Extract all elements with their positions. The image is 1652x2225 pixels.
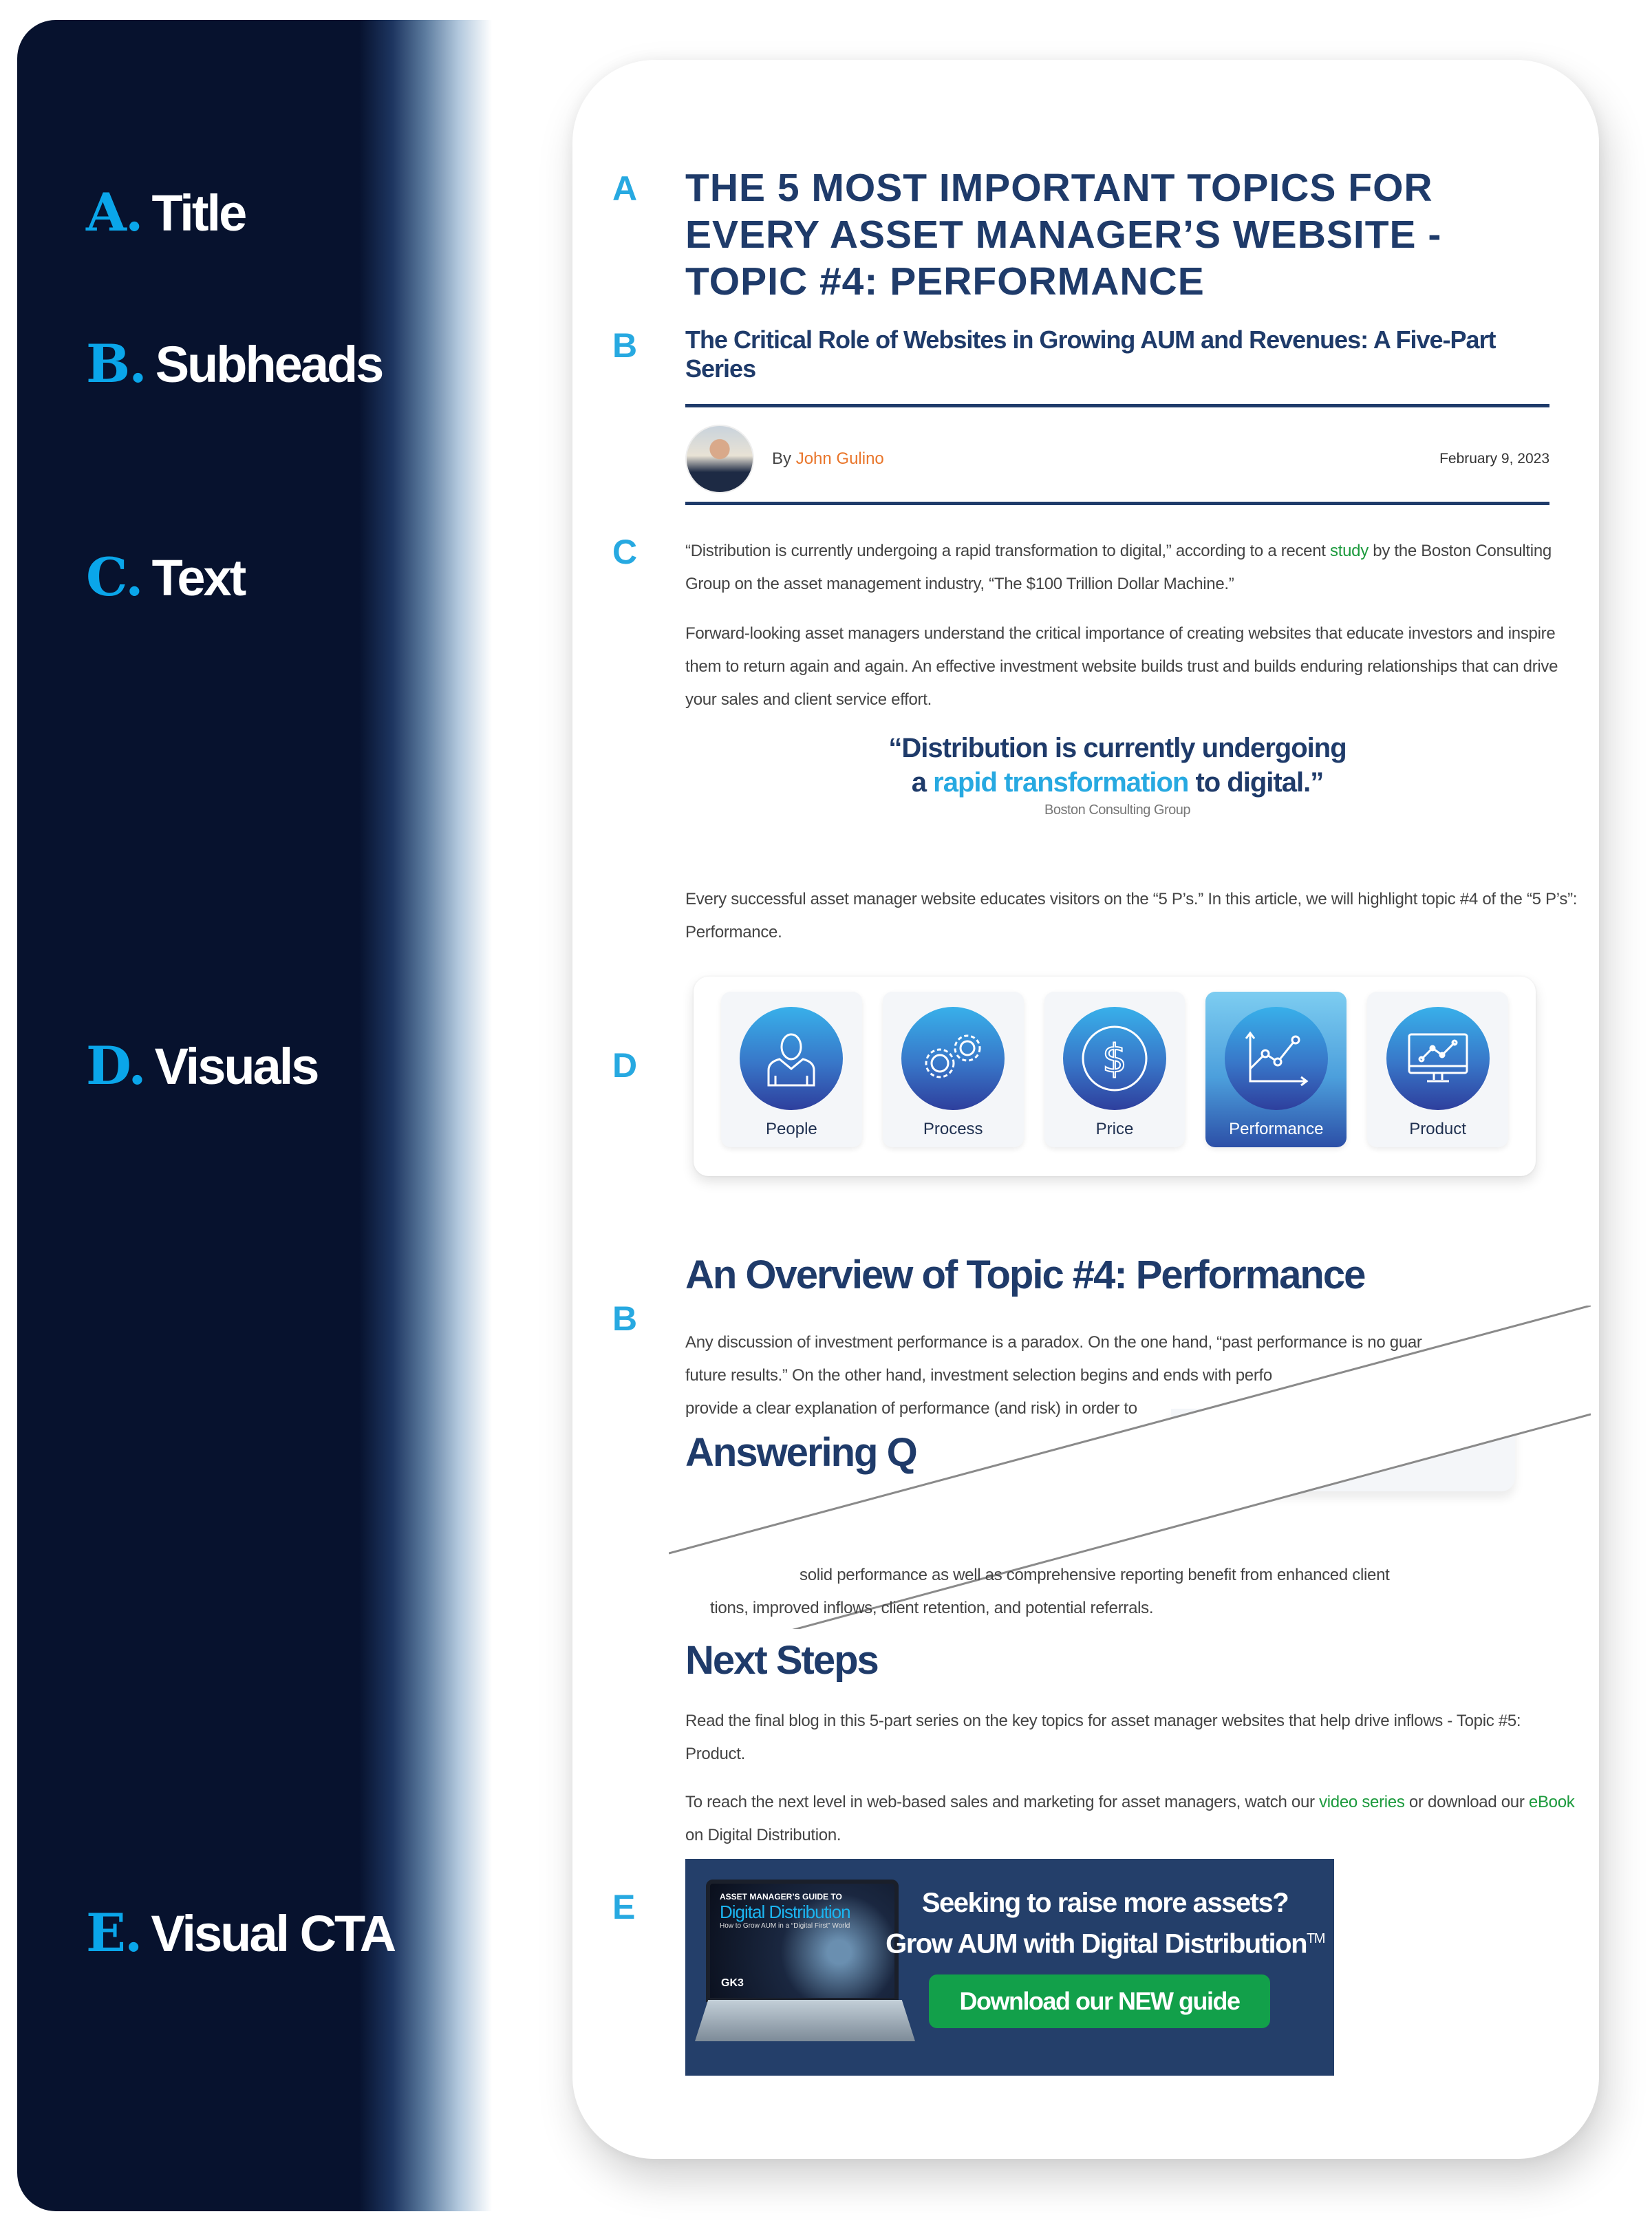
cta-headline-line-2: Grow AUM with Digital DistributionTM [878,1921,1332,1961]
after-break-paragraph: solid performance as well as comprehensi… [710,1559,1556,1625]
text-line: future results.” On the other hand, inve… [685,1366,1272,1385]
legend-panel: A. Title B. Subheads C. Text D. Visuals … [17,20,492,2211]
p-card-process[interactable]: Process [882,992,1024,1147]
section-marker-e: E [612,1888,636,1926]
byline-prefix: By [772,449,792,468]
author-row: By John Gulino February 9, 2023 [685,421,1549,497]
author-avatar [685,425,754,493]
monitor-chart-icon [1386,1007,1490,1110]
text: To reach the next level in web-based sal… [685,1793,1315,1811]
gk3-logo: GK3 [721,1977,744,1989]
legend-item-text: C. Text [86,546,247,608]
five-ps-paragraph: Every successful asset manager website e… [685,890,1578,941]
legend-item-visual-cta: E. Visual CTA [86,1902,396,1963]
p-card-label: People [766,1120,817,1138]
p-card-performance[interactable]: Performance [1205,992,1347,1147]
partial-card [1171,1409,1515,1491]
pull-quote-line-1: “Distribution is currently undergoing [888,733,1347,763]
text-line: Any discussion of investment performance… [685,1333,1422,1352]
legend-label: Title [151,184,247,242]
text: to digital.” [1195,767,1324,798]
person-icon [740,1007,844,1110]
pull-quote-line-2: a rapid transformation to digital.” [685,765,1549,800]
ebook-kicker: ASSET MANAGER’S GUIDE TO [720,1892,842,1902]
legend-label: Text [151,549,247,606]
article-title: THE 5 MOST IMPORTANT TOPICS FOR EVERY AS… [685,166,1442,304]
text: Grow AUM with Digital Distribution [886,1928,1307,1959]
p-card-label: Price [1095,1120,1134,1138]
divider [685,502,1549,505]
text: on Digital Distribution. [685,1826,841,1844]
study-link[interactable]: study [1330,542,1369,560]
legend-label: Visual CTA [151,1905,396,1962]
legend-letter: C. [86,546,144,608]
dollar-icon: $ [1062,1007,1166,1110]
legend-label: Subheads [155,336,385,393]
text: “Distribution is currently undergoing a … [685,542,1326,560]
next-steps-paragraph-2: To reach the next level in web-based sal… [685,1786,1580,1852]
legend-letter: B. [86,333,147,394]
ebook-title: Digital Distribution [720,1902,851,1922]
section-marker-d: D [612,1046,638,1085]
section-marker-a: A [612,169,638,208]
article-card: A THE 5 MOST IMPORTANT TOPICS FOR EVERY … [572,60,1599,2159]
p-card-price[interactable]: $ Price [1044,992,1186,1147]
p-card-label: Process [923,1120,983,1138]
gears-icon [901,1007,1005,1110]
p-card-product[interactable]: Product [1367,992,1508,1147]
next-steps-heading: Next Steps [685,1638,879,1683]
legend-item-subheads: B. Subheads [86,333,385,394]
download-guide-button[interactable]: Download our NEW guide [929,1974,1270,2028]
ebook-link[interactable]: eBook [1529,1793,1575,1811]
legend-label: Visuals [154,1038,320,1095]
cta-banner[interactable]: ASSET MANAGER’S GUIDE TO Digital Distrib… [685,1859,1334,2076]
text-line: solid performance as well as comprehensi… [800,1566,1390,1584]
cta-headline: Seeking to raise more assets? Grow AUM w… [878,1885,1332,1961]
pull-quote: “Distribution is currently undergoing a … [685,731,1549,818]
pull-quote-accent: rapid transformation [933,767,1189,798]
overview-heading: An Overview of Topic #4: Performance [685,1253,1366,1297]
p-card-label: Product [1409,1120,1466,1138]
section-marker-c: C [612,533,638,571]
legend-item-visuals: D. Visuals [86,1035,320,1096]
text: a [911,767,927,798]
article-subtitle: The Critical Role of Websites in Growing… [685,326,1497,383]
legend-item-title: A. Title [86,182,247,243]
section-marker-b: B [612,1299,638,1338]
text-line: tions, improved inflows, client retentio… [710,1599,1154,1617]
svg-text:$: $ [1102,1036,1127,1081]
next-steps-paragraph-1: Read the final blog in this 5-part serie… [685,1712,1521,1763]
p-card-label: Performance [1229,1120,1324,1138]
p-card-people[interactable]: People [721,992,862,1147]
divider [685,404,1549,407]
intro-paragraph-2: Forward-looking asset managers understan… [685,624,1558,709]
legend-letter: A. [86,182,143,243]
trademark: TM [1307,1931,1325,1946]
video-series-link[interactable]: video series [1319,1793,1405,1811]
five-ps-visual: People Process $ Price Performance Produ… [694,977,1536,1176]
intro-paragraph-1: “Distribution is currently undergoing a … [685,535,1580,601]
section-marker-b: B [612,326,638,365]
pull-quote-source: Boston Consulting Group [1044,802,1190,818]
cta-headline-line-1: Seeking to raise more assets? [921,1888,1289,1918]
byline: By John Gulino [772,449,884,469]
laptop-screen-image: ASSET MANAGER’S GUIDE TO Digital Distrib… [706,1880,899,2002]
ebook-subtitle: How to Grow AUM in a “Digital First” Wor… [720,1922,850,1930]
laptop-keyboard [695,2000,915,2041]
text: or download our [1408,1793,1525,1811]
legend-letter: E. [86,1902,142,1963]
publish-date: February 9, 2023 [1439,451,1549,467]
author-link[interactable]: John Gulino [796,449,884,468]
line-chart-icon [1224,1007,1328,1110]
legend-letter: D. [86,1035,147,1096]
